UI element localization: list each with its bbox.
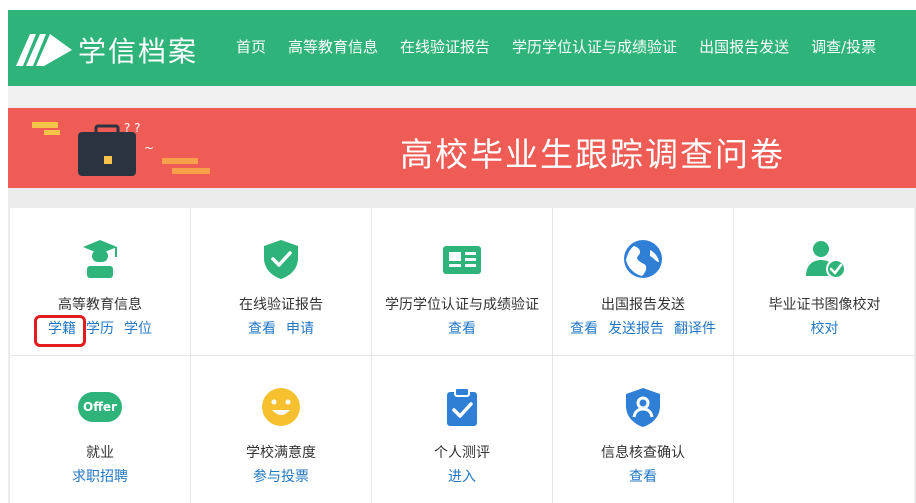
card-links: 查看 bbox=[372, 318, 552, 338]
card-links: 查看 bbox=[553, 466, 733, 486]
smiley-icon bbox=[262, 388, 300, 426]
nav-higher-education[interactable]: 高等教育信息 bbox=[288, 36, 378, 57]
nav-online-verification[interactable]: 在线验证报告 bbox=[400, 36, 490, 57]
offer-icon-label: Offer bbox=[83, 400, 117, 414]
card-title: 个人测评 bbox=[434, 445, 490, 461]
card-title: 学历学位认证与成绩验证 bbox=[385, 297, 539, 313]
link-view[interactable]: 查看 bbox=[248, 321, 276, 337]
card-title: 就业 bbox=[86, 445, 114, 461]
shield-check-icon bbox=[264, 240, 298, 279]
link-translation[interactable]: 翻译件 bbox=[674, 321, 716, 337]
header-divider bbox=[8, 86, 916, 106]
card-overseas-report: 出国报告发送 查看 发送报告 翻译件 bbox=[553, 208, 734, 356]
card-degree-certification: 学历学位认证与成绩验证 查看 bbox=[372, 208, 553, 356]
card-links: 参与投票 bbox=[191, 466, 371, 486]
logo-text[interactable]: 学信档案 bbox=[78, 30, 198, 70]
card-title: 出国报告发送 bbox=[601, 297, 685, 313]
link-view[interactable]: 查看 bbox=[570, 321, 598, 337]
graduate-icon bbox=[83, 240, 117, 278]
id-card-icon bbox=[443, 246, 481, 274]
nav-degree-certification[interactable]: 学历学位认证与成绩验证 bbox=[512, 36, 677, 57]
link-job-search[interactable]: 求职招聘 bbox=[72, 469, 128, 485]
nav-survey-vote[interactable]: 调查/投票 bbox=[811, 36, 876, 57]
card-higher-education: 高等教育信息 学籍 学历 学位 bbox=[10, 208, 191, 356]
card-links: 进入 bbox=[372, 466, 552, 486]
card-links: 校对 bbox=[734, 318, 915, 338]
clipboard-check-icon bbox=[447, 387, 477, 426]
banner-title[interactable]: 高校毕业生跟踪调查问卷 bbox=[400, 128, 785, 176]
header-bar: 学信档案 首页 高等教育信息 在线验证报告 学历学位认证与成绩验证 出国报告发送… bbox=[8, 10, 916, 86]
card-links: 查看 发送报告 翻译件 bbox=[553, 318, 733, 338]
card-online-verification: 在线验证报告 查看 申请 bbox=[191, 208, 372, 356]
page-frame: 学信档案 首页 高等教育信息 在线验证报告 学历学位认证与成绩验证 出国报告发送… bbox=[8, 10, 916, 503]
user-check-icon bbox=[805, 241, 846, 279]
card-links: 求职招聘 bbox=[10, 466, 190, 486]
link-vote[interactable]: 参与投票 bbox=[253, 469, 309, 485]
card-employment: Offer 就业 求职招聘 bbox=[10, 356, 191, 503]
link-send-report[interactable]: 发送报告 bbox=[608, 321, 664, 337]
card-title: 毕业证书图像校对 bbox=[768, 297, 881, 313]
link-enter[interactable]: 进入 bbox=[448, 469, 476, 485]
link-academic-record[interactable]: 学历 bbox=[86, 321, 114, 337]
highlight-box bbox=[34, 315, 86, 347]
card-school-satisfaction: 学校满意度 参与投票 bbox=[191, 356, 372, 503]
link-degree[interactable]: 学位 bbox=[124, 321, 152, 337]
main-nav: 首页 高等教育信息 在线验证报告 学历学位认证与成绩验证 出国报告发送 调查/投… bbox=[236, 36, 898, 57]
card-title: 高等教育信息 bbox=[58, 297, 142, 313]
link-proofread[interactable]: 校对 bbox=[811, 321, 839, 337]
briefcase-illustration-icon: ? ? ~ bbox=[32, 121, 210, 176]
card-title: 在线验证报告 bbox=[239, 297, 323, 313]
survey-banner[interactable]: ? ? ~ 高校毕业生跟踪调查问卷 bbox=[8, 108, 916, 188]
nav-overseas-report[interactable]: 出国报告发送 bbox=[699, 36, 789, 57]
logo-icon bbox=[16, 34, 72, 66]
globe-icon bbox=[624, 240, 662, 278]
card-certificate-check: 毕业证书图像校对 校对 bbox=[734, 208, 915, 356]
link-view[interactable]: 查看 bbox=[448, 321, 476, 337]
svg-text:? ?: ? ? bbox=[124, 121, 141, 135]
card-title: 学校满意度 bbox=[246, 445, 316, 461]
card-title: 信息核查确认 bbox=[601, 445, 685, 461]
empty-cell bbox=[734, 356, 915, 503]
card-info-verification: 信息核查确认 查看 bbox=[553, 356, 734, 503]
link-view[interactable]: 查看 bbox=[629, 469, 657, 485]
shield-user-icon bbox=[626, 388, 660, 427]
svg-text:~: ~ bbox=[144, 141, 154, 155]
service-grid: 高等教育信息 学籍 学历 学位 在线验证报告 查看 申请 学历学位认证与成绩验证… bbox=[10, 208, 915, 503]
nav-home[interactable]: 首页 bbox=[236, 36, 266, 57]
link-apply[interactable]: 申请 bbox=[286, 321, 314, 337]
card-personal-assessment: 个人测评 进入 bbox=[372, 356, 553, 503]
offer-icon: Offer bbox=[78, 392, 122, 422]
card-links: 查看 申请 bbox=[191, 318, 371, 338]
